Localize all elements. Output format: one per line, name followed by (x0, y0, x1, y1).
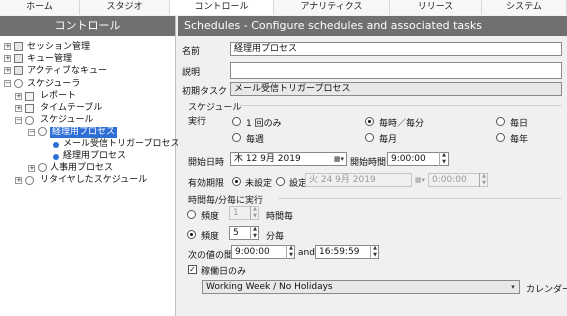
session-icon (14, 42, 23, 51)
tree-item-schedules[interactable]: スケジュール (40, 115, 93, 126)
description-label: 説明 (182, 68, 201, 78)
collapse-icon[interactable]: − (4, 80, 11, 87)
radio-daily-label: 毎日 (510, 119, 529, 129)
start-time-spinner[interactable]: ▲ ▼ (439, 152, 448, 166)
expiry-time-spinner[interactable]: ▲ ▼ (479, 173, 488, 187)
report-icon (25, 92, 34, 101)
tree-item-accounting-process-task[interactable]: 経理用プロセス (63, 151, 126, 162)
between-start-spinner[interactable]: ▲ ▼ (286, 245, 295, 259)
tab-control[interactable]: コントロール (170, 0, 274, 15)
retired-schedule-icon (25, 176, 34, 185)
timetable-icon (25, 104, 34, 113)
radio-freq-hours[interactable] (187, 210, 196, 219)
left-panel-title: コントロール (0, 16, 175, 36)
tree-item-retired-schedules[interactable]: リタイヤしたスケジュール (40, 175, 147, 186)
radio-hourly-minutely[interactable] (365, 117, 374, 126)
start-datetime-label: 開始日時 (188, 158, 225, 168)
calendar-dropdown-icon[interactable]: ▦▾ (333, 153, 345, 165)
chevron-down-icon[interactable]: ▾ (507, 281, 519, 293)
task-bullet-icon (53, 142, 59, 148)
freq-minutes-unit: 分毎 (266, 232, 285, 242)
radio-freq-minutes[interactable] (187, 230, 196, 239)
expand-icon[interactable]: + (4, 43, 11, 50)
radio-once-label: 1 回のみ (246, 119, 282, 129)
tree-item-queue-management[interactable]: キュー管理 (27, 54, 72, 65)
freq-minutes-spinner[interactable]: ▲ ▼ (250, 226, 259, 240)
schedule-clock-icon (25, 116, 34, 125)
expand-icon[interactable]: + (15, 177, 22, 184)
initial-task-label: 初期タスク (182, 87, 228, 97)
radio-yearly[interactable] (496, 133, 505, 142)
expiry-date-picker[interactable]: 火 24 9月 2019 (305, 173, 412, 187)
expiry-label: 有効期限 (188, 179, 225, 189)
workdays-only-checkbox[interactable]: ✓ (188, 265, 197, 274)
between-label: 次の値の間 (188, 251, 234, 261)
freq-minutes-label: 頻度 (201, 232, 220, 242)
name-label: 名前 (182, 47, 201, 57)
tab-system[interactable]: システム (482, 0, 567, 15)
radio-hourly-label: 毎時／毎分 (379, 119, 425, 129)
radio-expiry-set[interactable] (276, 177, 285, 186)
tab-release[interactable]: リリース (390, 0, 482, 15)
radio-monthly[interactable] (365, 133, 374, 142)
tab-analytics[interactable]: アナリティクス (274, 0, 390, 15)
calendar-select[interactable]: Working Week / No Holidays (202, 280, 520, 294)
expand-icon[interactable]: + (4, 67, 11, 74)
queue-icon (14, 54, 23, 63)
tree-item-mail-trigger-process[interactable]: メール受信トリガープロセス (63, 139, 179, 150)
top-tab-bar: ホーム スタジオ コントロール アナリティクス リリース システム (0, 0, 567, 15)
tab-studio[interactable]: スタジオ (80, 0, 170, 15)
initial-task-select[interactable]: メール受信トリガープロセス (230, 82, 562, 96)
freq-hours-label: 頻度 (201, 212, 220, 222)
radio-expiry-none[interactable] (232, 177, 241, 186)
schedule-item-icon (38, 127, 47, 136)
task-bullet-icon (53, 154, 59, 160)
tree-item-active-queues[interactable]: アクティブなキュー (27, 66, 107, 77)
clock-icon (14, 79, 23, 88)
tree-item-scheduler[interactable]: スケジューラ (27, 79, 80, 90)
expand-icon[interactable]: + (15, 105, 22, 112)
and-label: and (298, 248, 315, 258)
between-end-spinner[interactable]: ▲ ▼ (370, 245, 379, 259)
start-time-label: 開始時間 (350, 158, 387, 168)
radio-daily[interactable] (496, 117, 505, 126)
radio-once[interactable] (232, 117, 241, 126)
active-queue-icon (14, 66, 23, 75)
radio-yearly-label: 毎年 (510, 135, 529, 145)
tree-item-accounting-process-selected[interactable]: 経理用プロセス (50, 127, 118, 138)
schedule-config-panel: Schedules - Configure schedules and asso… (178, 16, 567, 316)
expand-icon[interactable]: + (15, 93, 22, 100)
schedule-section-title: スケジュール (188, 103, 242, 113)
radio-monthly-label: 毎月 (379, 135, 398, 145)
tree-item-hr-process[interactable]: 人事用プロセス (50, 163, 113, 174)
freq-hours-unit: 時間毎 (266, 212, 294, 222)
right-panel-title: Schedules - Configure schedules and asso… (178, 16, 567, 36)
expand-icon[interactable]: + (28, 165, 35, 172)
control-tree-panel: コントロール + セッション管理 + キュー管理 + アクティブなキュー − ス… (0, 16, 179, 316)
expand-icon[interactable]: + (4, 55, 11, 62)
tree-item-timetable[interactable]: タイムテーブル (40, 103, 102, 114)
freq-hours-spinner[interactable]: ▲ ▼ (250, 206, 259, 220)
start-date-picker[interactable]: 木 12 9月 2019 (230, 152, 347, 166)
tree-item-session-management[interactable]: セッション管理 (27, 42, 90, 53)
tab-home[interactable]: ホーム (0, 0, 80, 15)
description-field[interactable] (230, 62, 562, 79)
collapse-icon[interactable]: − (15, 117, 22, 124)
schedule-item-icon (38, 163, 47, 172)
radio-weekly-label: 毎週 (246, 135, 265, 145)
collapse-icon[interactable]: − (28, 129, 35, 136)
section-divider (278, 198, 562, 199)
workdays-only-label: 稼働日のみ (201, 267, 247, 277)
expiry-calendar-icon[interactable]: ▦▾ (414, 174, 426, 186)
tree-item-reports[interactable]: レポート (40, 91, 76, 102)
run-label: 実行 (188, 117, 207, 127)
radio-weekly[interactable] (232, 133, 241, 142)
name-field[interactable]: 経理用プロセス (230, 42, 562, 56)
section-divider (240, 105, 562, 106)
hourly-section-title: 時間毎/分毎に実行 (188, 196, 264, 206)
calendar-label: カレンダー (526, 285, 567, 295)
radio-expiry-none-label: 未設定 (245, 179, 273, 189)
